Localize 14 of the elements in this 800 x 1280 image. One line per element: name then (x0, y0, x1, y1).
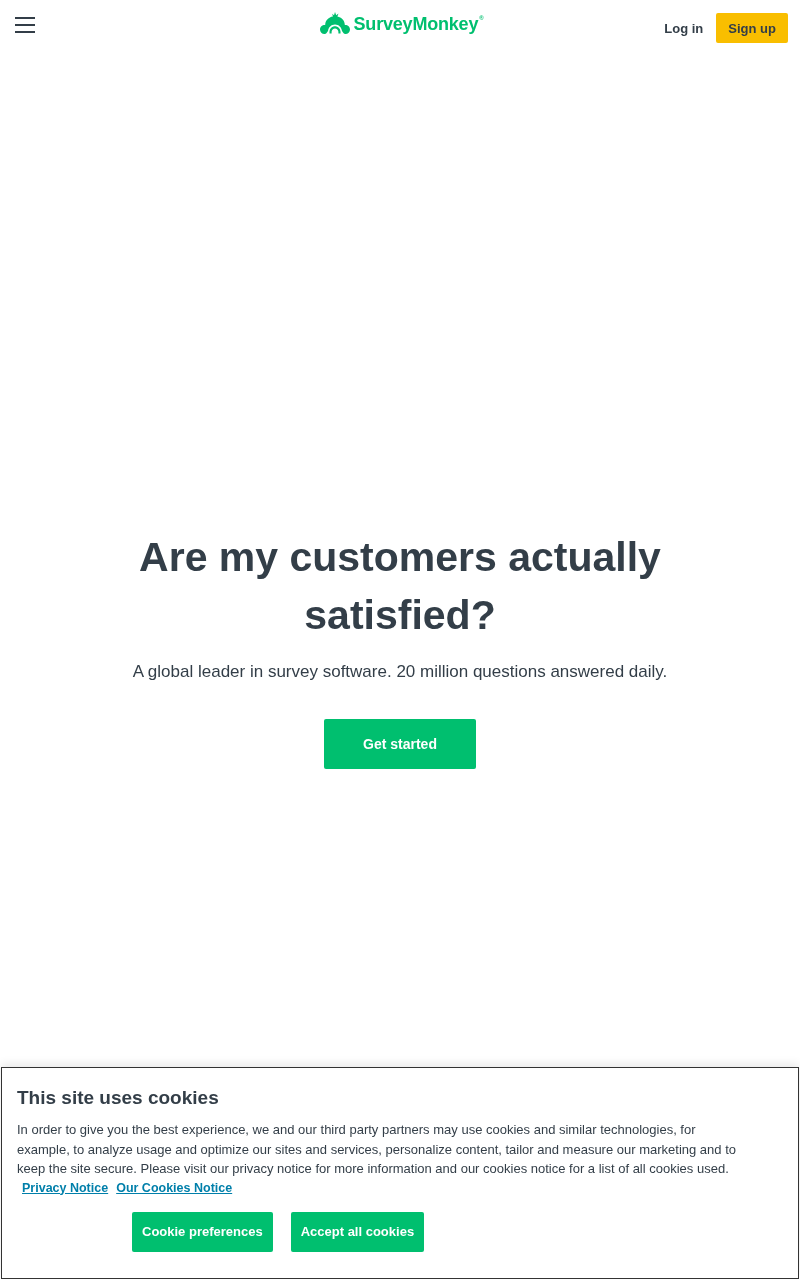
logo-wordmark[interactable]: SurveyMonkey$^{®}$ (353, 13, 484, 35)
accept-cookies-button[interactable]: Accept all cookies (290, 1211, 425, 1252)
hero-heading: Are my customers actually satisfied? (138, 533, 662, 640)
cookie-banner-title: This site uses cookies (17, 1086, 220, 1110)
login-link[interactable]: Log in (664, 20, 704, 36)
hero-subtitle: A global leader in survey software. 20 million questions answered daily. (132, 661, 668, 683)
cookie-banner-text: In order to give you the best experience, we and our third party partners may use cookies and similar technologies, for example, to analyze usage and optimize our sites and services, personalize content, tailor and measure our marketing and to keep the site secure. Please visit our privacy notice for more information and our cookies notice for a list of all cookies used. (17, 1121, 737, 1178)
signup-button[interactable]: Sign up (716, 13, 788, 43)
get-started-button[interactable]: Get started (324, 719, 476, 769)
monkey-head-icon (319, 12, 350, 36)
cookies-notice-link[interactable]: Our Cookies Notice (116, 1178, 233, 1198)
cookie-preferences-button[interactable]: Cookie preferences (132, 1211, 273, 1252)
menu-icon[interactable] (15, 17, 35, 33)
privacy-notice-link[interactable]: Privacy Notice (22, 1178, 109, 1198)
